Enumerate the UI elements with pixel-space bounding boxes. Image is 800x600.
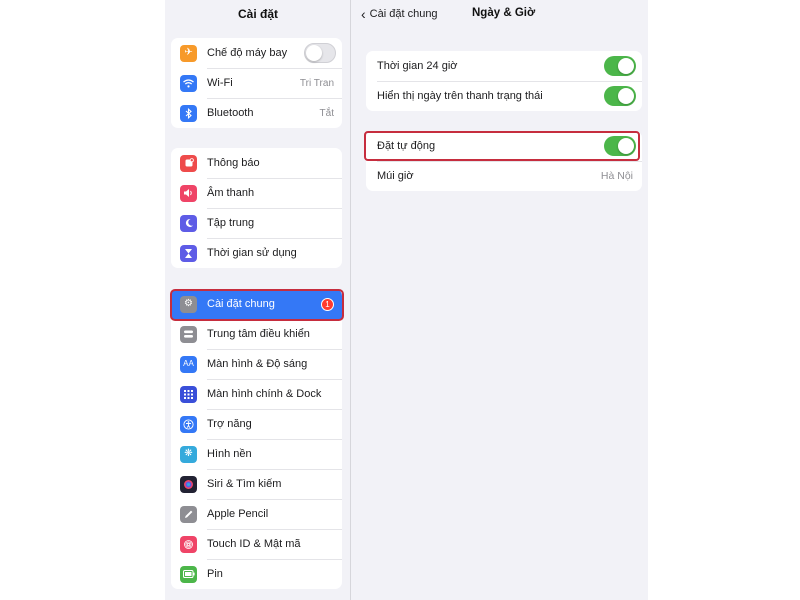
speaker-icon xyxy=(180,184,197,202)
time-format-group: Thời gian 24 giờ Hiển thị ngày trên than… xyxy=(366,51,642,111)
sidebar-item-label: Pin xyxy=(207,568,223,580)
airplane-icon: ✈ xyxy=(180,44,197,62)
sidebar-item-control-center[interactable]: Trung tâm điều khiển xyxy=(171,319,342,349)
settings-window: Cài đặt ✈ Chế độ máy bay Wi-Fi Tri Tran … xyxy=(165,0,648,600)
setting-24-hour-time: Thời gian 24 giờ xyxy=(366,51,642,81)
accessibility-icon xyxy=(180,415,197,433)
setting-label: Hiển thị ngày trên thanh trạng thái xyxy=(377,90,543,102)
page-title: Ngày & Giờ xyxy=(472,7,536,19)
pencil-icon xyxy=(180,505,197,523)
sidebar-item-sounds[interactable]: Âm thanh xyxy=(171,178,342,208)
sidebar-item-wifi[interactable]: Wi-Fi Tri Tran xyxy=(171,68,342,98)
fingerprint-icon xyxy=(180,535,197,553)
time-zone-value: Hà Nội xyxy=(600,170,633,182)
sidebar-item-label: Trung tâm điều khiển xyxy=(207,328,310,340)
sidebar-group-notifications: Thông báo Âm thanh Tập trung Thời gian s… xyxy=(171,148,342,268)
sidebar-item-label: Siri & Tìm kiếm xyxy=(207,478,282,490)
set-automatically-highlight-outline xyxy=(364,131,640,161)
setting-time-zone[interactable]: Múi giờ Hà Nội xyxy=(366,161,642,191)
hourglass-icon xyxy=(180,244,197,262)
sidebar-item-label: Wi-Fi xyxy=(207,77,233,89)
sidebar-group-general: ⚙ Cài đặt chung 1 Trung tâm điều khiển A… xyxy=(171,289,342,589)
sidebar-item-label: Trợ năng xyxy=(207,418,252,430)
sidebar-item-display-brightness[interactable]: AA Màn hình & Độ sáng xyxy=(171,349,342,379)
sidebar-item-label: Touch ID & Mật mã xyxy=(207,538,301,550)
sidebar-item-bluetooth[interactable]: Bluetooth Tắt xyxy=(171,98,342,128)
sidebar-item-label: Apple Pencil xyxy=(207,508,269,520)
setting-show-date-status-bar: Hiển thị ngày trên thanh trạng thái xyxy=(366,81,642,111)
setting-label: Thời gian 24 giờ xyxy=(377,60,458,72)
sidebar-item-label: Màn hình chính & Dock xyxy=(207,388,322,400)
sidebar-item-label: Bluetooth xyxy=(207,107,254,119)
show-date-toggle[interactable] xyxy=(604,86,636,106)
sidebar-item-apple-pencil[interactable]: Apple Pencil xyxy=(171,499,342,529)
siri-icon xyxy=(180,475,197,493)
sidebar-item-label: Hình nền xyxy=(207,448,252,460)
sidebar-item-touch-id-passcode[interactable]: Touch ID & Mật mã xyxy=(171,529,342,559)
sidebar-item-label: Tập trung xyxy=(207,217,255,229)
chevron-left-icon: ‹ xyxy=(361,6,366,22)
bell-icon xyxy=(180,154,197,172)
battery-icon xyxy=(180,565,197,583)
setting-label: Múi giờ xyxy=(377,170,414,182)
sidebar-item-label: Màn hình & Độ sáng xyxy=(207,358,308,370)
flower-icon: ❋ xyxy=(180,445,197,463)
sidebar-item-label: Âm thanh xyxy=(207,187,255,199)
general-highlight-outline xyxy=(170,289,344,321)
sidebar-item-home-screen-dock[interactable]: Màn hình chính & Dock xyxy=(171,379,342,409)
sidebar-item-siri-search[interactable]: Siri & Tìm kiếm xyxy=(171,469,342,499)
bluetooth-status-value: Tắt xyxy=(319,107,334,119)
text-size-icon: AA xyxy=(180,355,197,373)
moon-icon xyxy=(180,214,197,232)
24-hour-time-toggle[interactable] xyxy=(604,56,636,76)
back-button-label: Cài đặt chung xyxy=(369,8,438,20)
sidebar-title: Cài đặt xyxy=(237,7,278,21)
wifi-network-value: Tri Tran xyxy=(299,77,334,89)
sidebar-item-battery[interactable]: Pin xyxy=(171,559,342,589)
sidebar-item-airplane-mode[interactable]: ✈ Chế độ máy bay xyxy=(171,38,342,68)
bluetooth-icon xyxy=(180,104,197,122)
sidebar-item-label: Thông báo xyxy=(207,157,260,169)
date-time-pane: ‹ Cài đặt chung Ngày & Giờ Thời gian 24 … xyxy=(352,0,648,600)
sidebar-item-label: Chế độ máy bay xyxy=(207,47,288,59)
sidebar-item-accessibility[interactable]: Trợ năng xyxy=(171,409,342,439)
sidebar-item-label: Thời gian sử dụng xyxy=(207,247,297,259)
wifi-icon xyxy=(180,74,197,92)
sidebar-item-notifications[interactable]: Thông báo xyxy=(171,148,342,178)
back-button[interactable]: ‹ Cài đặt chung xyxy=(361,7,438,21)
sidebar-item-focus[interactable]: Tập trung xyxy=(171,208,342,238)
sidebar: Cài đặt ✈ Chế độ máy bay Wi-Fi Tri Tran … xyxy=(165,0,351,600)
sidebar-item-wallpaper[interactable]: ❋ Hình nền xyxy=(171,439,342,469)
airplane-mode-toggle[interactable] xyxy=(304,43,336,63)
switches-icon xyxy=(180,325,197,343)
sidebar-item-screen-time[interactable]: Thời gian sử dụng xyxy=(171,238,342,268)
sidebar-group-connectivity: ✈ Chế độ máy bay Wi-Fi Tri Tran Bluetoot… xyxy=(171,38,342,128)
app-grid-icon xyxy=(180,385,197,403)
